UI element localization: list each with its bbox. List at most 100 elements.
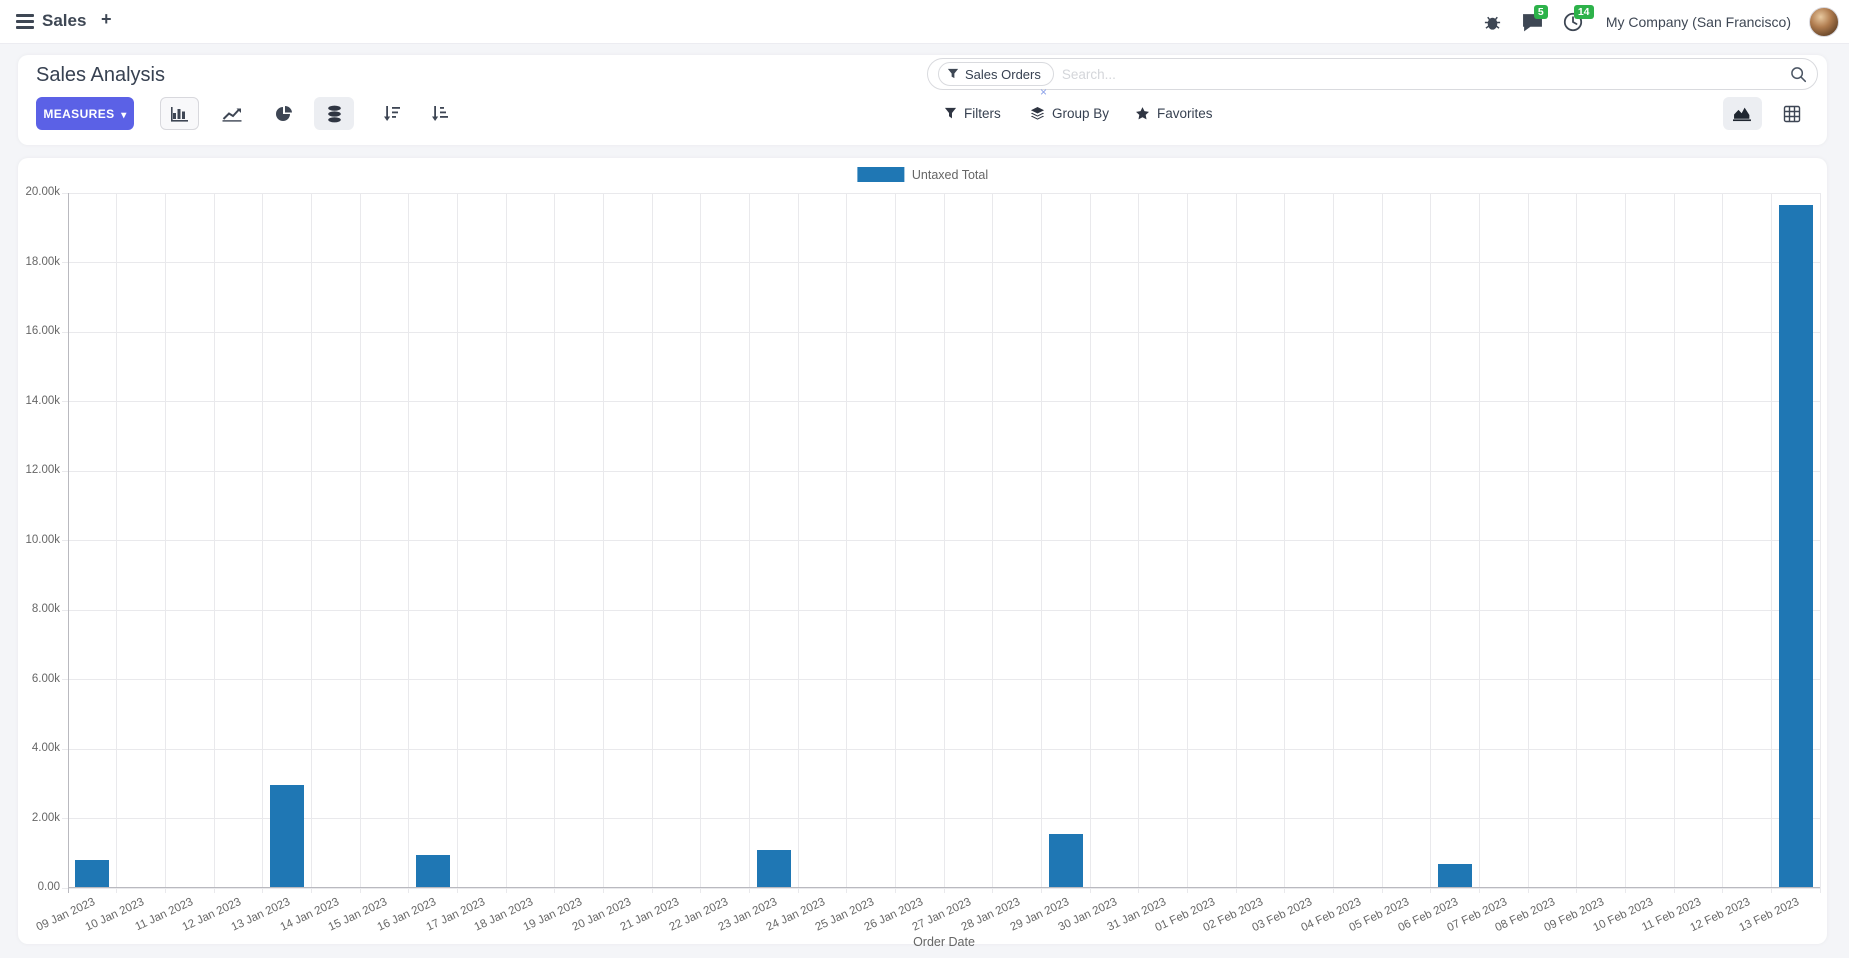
search-bar[interactable]: Sales Orders xyxy=(927,58,1818,90)
y-gridline xyxy=(62,331,1820,333)
x-gridline xyxy=(1381,193,1383,893)
x-gridline xyxy=(1235,193,1237,893)
x-gridline xyxy=(408,193,410,893)
y-tick-label: 14.00k xyxy=(25,394,60,407)
y-tick-label: 18.00k xyxy=(25,255,60,268)
activities-clock-icon[interactable]: 14 xyxy=(1562,5,1594,33)
chart-bar[interactable] xyxy=(1438,864,1472,888)
measures-button[interactable]: MEASURES ▾ xyxy=(36,97,134,130)
y-tick-label: 12.00k xyxy=(25,464,60,476)
x-gridline xyxy=(992,193,994,893)
x-axis-title: Order Date xyxy=(913,935,975,949)
chart-card: Untaxed Total 0.00 2.00k 4.00k 6.00k 8.00k 10… xyxy=(18,158,1827,949)
filter-funnel-icon xyxy=(947,68,959,79)
chart-bar[interactable] xyxy=(270,785,304,888)
search-input[interactable] xyxy=(1061,66,1790,82)
x-gridline xyxy=(700,193,702,893)
search-facet-sales-orders[interactable]: Sales Orders xyxy=(938,62,1054,86)
x-gridline xyxy=(1819,193,1821,893)
y-gridline xyxy=(62,818,1820,819)
y-tick-label: 0.00 xyxy=(37,881,60,893)
x-gridline xyxy=(1673,193,1675,893)
x-gridline xyxy=(1576,193,1578,893)
x-gridline xyxy=(651,193,653,893)
x-gridline xyxy=(943,193,945,893)
x-gridline xyxy=(310,193,312,893)
y-gridline xyxy=(62,262,1820,263)
chart-bar[interactable] xyxy=(1778,205,1813,888)
star-icon xyxy=(1136,107,1149,120)
x-gridline xyxy=(505,193,507,893)
x-gridline xyxy=(359,193,361,893)
chart-bar[interactable] xyxy=(1048,834,1083,888)
bar-chart-mode-button[interactable] xyxy=(160,97,199,130)
messages-icon[interactable]: 5 xyxy=(1522,5,1548,33)
stacked-mode-button[interactable] xyxy=(314,97,354,130)
y-gridline xyxy=(62,401,1820,402)
x-gridline xyxy=(262,193,264,893)
chart-bar[interactable] xyxy=(756,849,791,888)
x-gridline xyxy=(894,193,896,893)
user-avatar[interactable] xyxy=(1809,7,1839,37)
legend-item[interactable]: Untaxed Total xyxy=(856,167,989,182)
sort-ascending-button[interactable] xyxy=(422,97,458,130)
sort-desc-icon xyxy=(384,106,400,121)
pie-chart-mode-button[interactable] xyxy=(266,97,302,130)
y-gridline xyxy=(62,748,1820,750)
y-gridline xyxy=(62,540,1820,541)
page-title: Sales Analysis xyxy=(36,64,165,86)
favorites-button[interactable]: Favorites xyxy=(1135,97,1213,130)
company-switcher[interactable]: My Company (San Francisco) xyxy=(1606,14,1791,30)
x-gridline xyxy=(602,193,604,893)
x-gridline xyxy=(1040,193,1042,893)
x-gridline xyxy=(116,193,118,893)
x-gridline xyxy=(1527,193,1529,893)
chart-bar[interactable] xyxy=(75,860,110,888)
x-gridline xyxy=(1284,193,1286,893)
legend-label: Untaxed Total xyxy=(911,167,989,182)
x-gridline xyxy=(748,193,750,893)
y-tick-label: 2.00k xyxy=(31,811,60,824)
new-record-plus-icon[interactable]: + xyxy=(101,9,112,30)
group-by-button[interactable]: Group By xyxy=(1030,97,1109,130)
pivot-view-button[interactable] xyxy=(1774,97,1810,130)
x-axis-line xyxy=(68,887,1820,888)
graph-view-button[interactable] xyxy=(1723,97,1762,130)
caret-down-icon: ▾ xyxy=(121,109,127,121)
x-gridline xyxy=(1186,193,1188,893)
legend-swatch xyxy=(856,167,904,182)
y-tick-label: 20.00k xyxy=(25,186,60,198)
y-tick-label: 4.00k xyxy=(31,742,60,754)
pivot-table-icon xyxy=(1783,105,1801,122)
x-gridline xyxy=(1430,193,1432,893)
debug-bug-icon[interactable] xyxy=(1482,11,1504,33)
facet-remove-icon[interactable]: × xyxy=(1040,86,1047,98)
chart-bar[interactable] xyxy=(416,854,450,888)
line-chart-mode-button[interactable] xyxy=(214,97,250,130)
x-gridline xyxy=(1770,193,1772,893)
pie-chart-icon xyxy=(276,105,292,121)
x-gridline xyxy=(164,193,166,893)
y-tick-label: 10.00k xyxy=(25,533,60,546)
app-name[interactable]: Sales xyxy=(42,11,86,31)
sort-descending-button[interactable] xyxy=(374,97,410,130)
y-gridline xyxy=(62,192,1820,194)
layers-icon xyxy=(1030,106,1045,120)
search-icon[interactable] xyxy=(1790,66,1807,83)
stacked-database-icon xyxy=(327,105,341,122)
x-gridline xyxy=(1478,193,1480,893)
search-facet-label: Sales Orders xyxy=(965,66,1041,82)
bar-chart-icon xyxy=(170,107,188,122)
y-gridline xyxy=(62,679,1820,680)
filters-button[interactable]: Filters xyxy=(944,97,1001,130)
y-gridline xyxy=(62,609,1820,611)
x-gridline xyxy=(846,193,848,893)
plot-area: 0.00 2.00k 4.00k 6.00k 8.00k 10.00k 12.00k 14.0… xyxy=(25,186,1821,934)
x-gridline xyxy=(213,193,215,893)
x-gridline xyxy=(1138,193,1140,893)
apps-menu-icon[interactable] xyxy=(16,14,34,29)
area-chart-icon xyxy=(1733,107,1751,121)
sort-asc-icon xyxy=(432,106,448,121)
x-gridline xyxy=(1089,193,1091,893)
activities-count-badge: 14 xyxy=(1573,5,1594,19)
